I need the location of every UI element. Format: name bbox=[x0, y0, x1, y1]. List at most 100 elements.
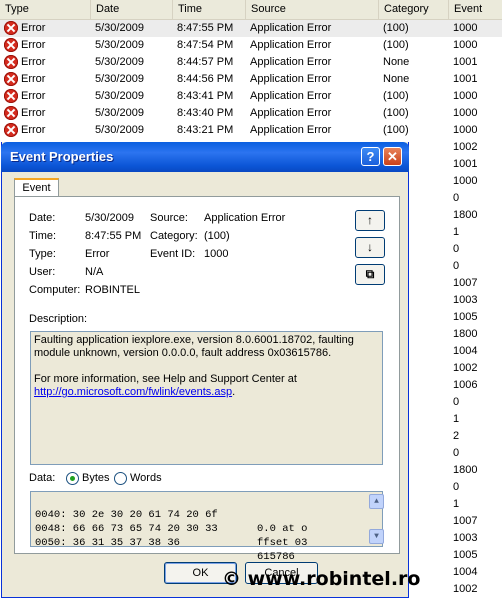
cell-source: Application Error bbox=[250, 124, 332, 136]
data-box[interactable]: 0040: 30 2e 30 20 61 74 20 6f 0.0 at o 0… bbox=[30, 491, 384, 563]
cell-date: 5/30/2009 bbox=[95, 22, 144, 34]
copy-event-button[interactable]: ⧉ bbox=[355, 264, 385, 285]
event-tab-panel: Date: 5/30/2009 Time: 8:47:55 PM Type: E… bbox=[14, 196, 400, 563]
help-link[interactable]: http://go.microsoft.com/fwlink/events.as… bbox=[34, 386, 232, 398]
table-row[interactable]: Error 5/30/2009 8:44:57 PM Application E… bbox=[0, 54, 502, 71]
table-row[interactable]: Error 5/30/2009 8:43:40 PM Application E… bbox=[0, 105, 502, 122]
cell-event: 1001 bbox=[453, 73, 478, 85]
help-link-period: . bbox=[232, 386, 236, 398]
cell-time: 8:43:40 PM bbox=[177, 107, 234, 119]
column-header-event[interactable]: Event bbox=[449, 0, 502, 19]
event-id-cell: 0 bbox=[453, 481, 460, 493]
cell-date: 5/30/2009 bbox=[95, 124, 144, 136]
previous-event-button[interactable]: ↑ bbox=[355, 210, 385, 231]
table-row[interactable]: Error 5/30/2009 8:44:56 PM Application E… bbox=[0, 71, 502, 88]
data-hex: 0050: 36 31 35 37 38 36 bbox=[35, 537, 180, 549]
cell-event: 1001 bbox=[453, 56, 478, 68]
cell-type: Error bbox=[21, 22, 46, 34]
scroll-down-icon[interactable]: ▼ bbox=[369, 529, 384, 544]
data-scrollbar[interactable]: ▲ ▼ bbox=[369, 494, 384, 544]
help-text: For more information, see Help and Suppo… bbox=[34, 373, 297, 385]
user-label: User: bbox=[29, 266, 56, 278]
cell-type: Error bbox=[21, 124, 46, 136]
column-header-source[interactable]: Source bbox=[246, 0, 379, 19]
computer-label: Computer: bbox=[29, 284, 81, 296]
description-box[interactable]: Faulting application iexplore.exe, versi… bbox=[30, 331, 383, 465]
column-header-category[interactable]: Category bbox=[379, 0, 449, 19]
cell-category: (100) bbox=[383, 107, 409, 119]
cell-time: 8:43:21 PM bbox=[177, 124, 234, 136]
table-row[interactable]: Error 5/30/2009 8:43:21 PM Application E… bbox=[0, 122, 502, 139]
cell-source: Application Error bbox=[250, 39, 332, 51]
scroll-up-icon[interactable]: ▲ bbox=[369, 494, 384, 509]
bytes-label[interactable]: Bytes bbox=[82, 472, 110, 484]
column-header-time[interactable]: Time bbox=[173, 0, 246, 19]
event-id-cell: 1800 bbox=[453, 209, 478, 221]
event-id-cell: 1003 bbox=[453, 294, 478, 306]
event-id-cell: 0 bbox=[453, 447, 460, 459]
computer-value: ROBINTEL bbox=[85, 284, 141, 296]
cell-source: Application Error bbox=[250, 107, 332, 119]
data-ascii: ffset 03 bbox=[257, 537, 308, 549]
column-header-date[interactable]: Date bbox=[91, 0, 173, 19]
cell-category: None bbox=[383, 73, 410, 85]
arrow-down-icon: ↓ bbox=[367, 240, 373, 254]
event-id-cell: 1004 bbox=[453, 345, 478, 357]
user-value: N/A bbox=[85, 266, 104, 278]
table-row[interactable]: Error 5/30/2009 8:47:54 PM Application E… bbox=[0, 37, 502, 54]
event-id-cell: 1005 bbox=[453, 311, 478, 323]
table-row[interactable]: Error 5/30/2009 8:47:55 PM Application E… bbox=[0, 20, 502, 37]
cell-date: 5/30/2009 bbox=[95, 73, 144, 85]
cell-time: 8:43:41 PM bbox=[177, 90, 234, 102]
event-id-cell: 1002 bbox=[453, 362, 478, 374]
date-value: 5/30/2009 bbox=[85, 212, 134, 224]
data-line: 0048: 66 66 73 65 74 20 30 33 ffset 03 bbox=[35, 508, 307, 549]
event-id-cell: 1001 bbox=[453, 158, 478, 170]
dialog-titlebar[interactable]: Event Properties ? ✕ bbox=[1, 142, 409, 172]
event-id-cell: 0 bbox=[453, 192, 460, 204]
bytes-radio[interactable] bbox=[66, 472, 79, 485]
event-id-cell: 1 bbox=[453, 413, 460, 425]
tab-event[interactable]: Event bbox=[14, 178, 59, 197]
help-button[interactable]: ? bbox=[361, 147, 380, 166]
event-id-cell: 1 bbox=[453, 226, 460, 238]
cell-category: (100) bbox=[383, 22, 409, 34]
description-label: Description: bbox=[29, 313, 88, 325]
next-event-button[interactable]: ↓ bbox=[355, 237, 385, 258]
close-button[interactable]: ✕ bbox=[383, 147, 402, 166]
arrow-up-icon: ↑ bbox=[367, 213, 373, 227]
event-id-label: Event ID: bbox=[150, 248, 196, 260]
error-icon bbox=[4, 38, 18, 52]
data-line: 0050: 36 31 35 37 38 36 615786 bbox=[35, 522, 295, 563]
cell-time: 8:44:57 PM bbox=[177, 56, 234, 68]
cell-event: 1000 bbox=[453, 90, 478, 102]
copy-icon: ⧉ bbox=[365, 267, 375, 281]
type-value: Error bbox=[85, 248, 110, 260]
event-id-cell: 1002 bbox=[453, 583, 478, 595]
cell-event: 1000 bbox=[453, 22, 478, 34]
cell-source: Application Error bbox=[250, 90, 332, 102]
event-id-cell: 1003 bbox=[453, 532, 478, 544]
cell-source: Application Error bbox=[250, 73, 332, 85]
date-label: Date: bbox=[29, 212, 56, 224]
event-id-cell: 1 bbox=[453, 498, 460, 510]
event-id-value: 1000 bbox=[204, 248, 229, 260]
cell-type: Error bbox=[21, 73, 46, 85]
source-label: Source: bbox=[150, 212, 188, 224]
list-header: Type Date Time Source Category Event bbox=[0, 0, 502, 20]
column-header-type[interactable]: Type bbox=[0, 0, 91, 19]
cell-date: 5/30/2009 bbox=[95, 56, 144, 68]
event-id-cell: 2 bbox=[453, 430, 460, 442]
data-label: Data: bbox=[29, 472, 56, 484]
cell-event: 1000 bbox=[453, 107, 478, 119]
table-row[interactable]: Error 5/30/2009 8:43:41 PM Application E… bbox=[0, 88, 502, 105]
words-radio[interactable] bbox=[114, 472, 127, 485]
cell-event: 1000 bbox=[453, 124, 478, 136]
event-id-cell: 1002 bbox=[453, 141, 478, 153]
words-label[interactable]: Words bbox=[130, 472, 162, 484]
data-line: 0040: 30 2e 30 20 61 74 20 6f 0.0 at o bbox=[35, 494, 307, 535]
cell-category: (100) bbox=[383, 124, 409, 136]
category-label: Category: bbox=[150, 230, 198, 242]
cell-event: 1000 bbox=[453, 39, 478, 51]
cell-type: Error bbox=[21, 90, 46, 102]
